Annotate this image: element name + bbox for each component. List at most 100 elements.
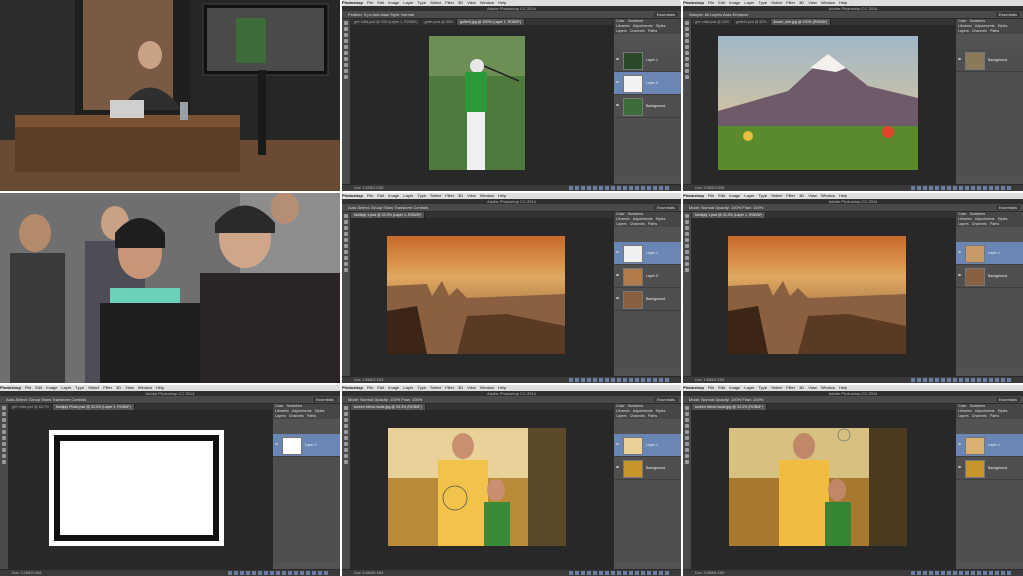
menu-photoshop[interactable]: Photoshop [342, 385, 363, 390]
eyedropper-tool-icon[interactable] [344, 244, 348, 248]
lasso-tool-icon[interactable] [344, 226, 348, 230]
move-tool-icon[interactable] [685, 406, 689, 410]
eyedropper-tool-icon[interactable] [685, 51, 689, 55]
menu-file[interactable]: File [708, 193, 714, 198]
menu-edit[interactable]: Edit [377, 385, 384, 390]
type-tool-icon[interactable] [2, 454, 6, 458]
menu-view[interactable]: View [467, 0, 476, 5]
tab-layers[interactable]: Layers [958, 29, 969, 33]
right-panels[interactable]: Color Swatches Libraries Adjustments Styles… [955, 404, 1023, 570]
eyedropper-tool-icon[interactable] [685, 244, 689, 248]
tab-paths[interactable]: Paths [990, 222, 999, 226]
menu-select[interactable]: Select [430, 0, 441, 5]
menu-layer[interactable]: Layer [403, 193, 413, 198]
layer-row[interactable]: Background [614, 288, 681, 311]
menu-filter[interactable]: Filter [786, 385, 795, 390]
brush-tool-icon[interactable] [685, 442, 689, 446]
tab-swatches[interactable]: Swatches [970, 212, 986, 216]
dock-icons[interactable] [569, 571, 669, 575]
eraser-tool-icon[interactable] [344, 256, 348, 260]
eraser-tool-icon[interactable] [344, 448, 348, 452]
right-panels[interactable]: Color Swatches Libraries Adjustments Styles… [613, 19, 681, 185]
menu-filter[interactable]: Filter [445, 0, 454, 5]
layers-list[interactable]: Background [956, 49, 1023, 177]
menu-filter[interactable]: Filter [445, 385, 454, 390]
tab-layers[interactable]: Layers [616, 222, 627, 226]
menu-type[interactable]: Type [417, 193, 426, 198]
crop-tool-icon[interactable] [344, 430, 348, 434]
hand-tool-icon[interactable] [344, 268, 348, 272]
photoshop-window-golfer[interactable]: Photoshop File Edit Image Layer Type Select Fil… [342, 0, 681, 191]
layers-list[interactable]: Layer 1 Layer 0 Background [614, 242, 681, 369]
tab-adjustments[interactable]: Adjustments [975, 409, 995, 413]
tab-styles[interactable]: Styles [998, 409, 1008, 413]
visibility-eye-icon[interactable] [958, 58, 961, 60]
quick-select-tool-icon[interactable] [685, 232, 689, 236]
photoshop-window-family[interactable]: Photoshop File Edit Image Layer Type Select Fil… [342, 385, 681, 576]
visibility-eye-icon[interactable] [958, 466, 961, 468]
menu-window[interactable]: Window [480, 193, 494, 198]
brush-tool-icon[interactable] [685, 57, 689, 61]
menu-edit[interactable]: Edit [377, 0, 384, 5]
menu-type[interactable]: Type [417, 0, 426, 5]
tab-channels[interactable]: Channels [630, 414, 645, 418]
lasso-tool-icon[interactable] [685, 33, 689, 37]
menu-photoshop[interactable]: Photoshop [683, 193, 704, 198]
menu-select[interactable]: Select [771, 385, 782, 390]
canvas-area[interactable] [692, 25, 955, 185]
dock-icons[interactable] [569, 186, 669, 190]
crop-tool-icon[interactable] [344, 238, 348, 242]
hand-tool-icon[interactable] [685, 268, 689, 272]
layers-panel-tabs[interactable]: Layers Channels Paths [614, 414, 681, 419]
quick-select-tool-icon[interactable] [344, 39, 348, 43]
workspace-switcher[interactable]: Essentials [312, 397, 337, 402]
dock-icons[interactable] [569, 378, 669, 382]
layers-list[interactable]: Layer 1 Background [614, 434, 681, 562]
visibility-eye-icon[interactable] [616, 58, 619, 60]
tools-panel[interactable] [342, 404, 351, 570]
tab-swatches[interactable]: Swatches [970, 19, 986, 23]
menu-select[interactable]: Select [430, 385, 441, 390]
visibility-eye-icon[interactable] [958, 251, 961, 253]
tab-libraries[interactable]: Libraries [958, 217, 972, 221]
type-tool-icon[interactable] [344, 69, 348, 73]
quick-select-tool-icon[interactable] [685, 39, 689, 43]
tab-paths[interactable]: Paths [648, 29, 657, 33]
brush-tool-icon[interactable] [344, 57, 348, 61]
tab-paths[interactable]: Paths [990, 414, 999, 418]
menu-select[interactable]: Select [771, 193, 782, 198]
tab-color[interactable]: Color [958, 404, 967, 408]
lasso-tool-icon[interactable] [685, 418, 689, 422]
menu-window[interactable]: Window [821, 193, 835, 198]
menu-image[interactable]: Image [729, 193, 740, 198]
hand-tool-icon[interactable] [344, 75, 348, 79]
right-panels[interactable]: Color Swatches Libraries Adjustments Styles… [613, 404, 681, 570]
tab-swatches[interactable]: Swatches [628, 404, 644, 408]
menu-view[interactable]: View [808, 193, 817, 198]
layer-row-selected[interactable]: Layer 1 [273, 434, 340, 457]
options-bar[interactable]: Mode: Normal Opacity: 100% Flow: 100% Ess… [342, 396, 681, 404]
quick-select-tool-icon[interactable] [344, 232, 348, 236]
layer-row[interactable]: Background [956, 457, 1023, 480]
menu-edit[interactable]: Edit [718, 193, 725, 198]
menu-edit[interactable]: Edit [377, 193, 384, 198]
tab-swatches[interactable]: Swatches [287, 404, 303, 408]
layers-list[interactable]: Layer 1 Layer 0 Background [614, 49, 681, 177]
menu-layer[interactable]: Layer [403, 385, 413, 390]
menu-photoshop[interactable]: Photoshop [342, 0, 363, 5]
visibility-eye-icon[interactable] [616, 466, 619, 468]
menu-type[interactable]: Type [758, 0, 767, 5]
menu-edit[interactable]: Edit [718, 0, 725, 5]
layers-panel-tabs[interactable]: Layers Channels Paths [956, 222, 1023, 227]
layers-panel-tabs[interactable]: Layers Channels Paths [956, 414, 1023, 419]
canvas-area[interactable] [692, 410, 955, 570]
quick-select-tool-icon[interactable] [685, 424, 689, 428]
menu-edit[interactable]: Edit [35, 385, 42, 390]
eraser-tool-icon[interactable] [685, 63, 689, 67]
tab-adjustments[interactable]: Adjustments [975, 24, 995, 28]
menu-edit[interactable]: Edit [718, 385, 725, 390]
visibility-eye-icon[interactable] [616, 81, 619, 83]
lasso-tool-icon[interactable] [344, 418, 348, 422]
layer-row[interactable]: Background [956, 49, 1023, 72]
menu-view[interactable]: View [808, 385, 817, 390]
